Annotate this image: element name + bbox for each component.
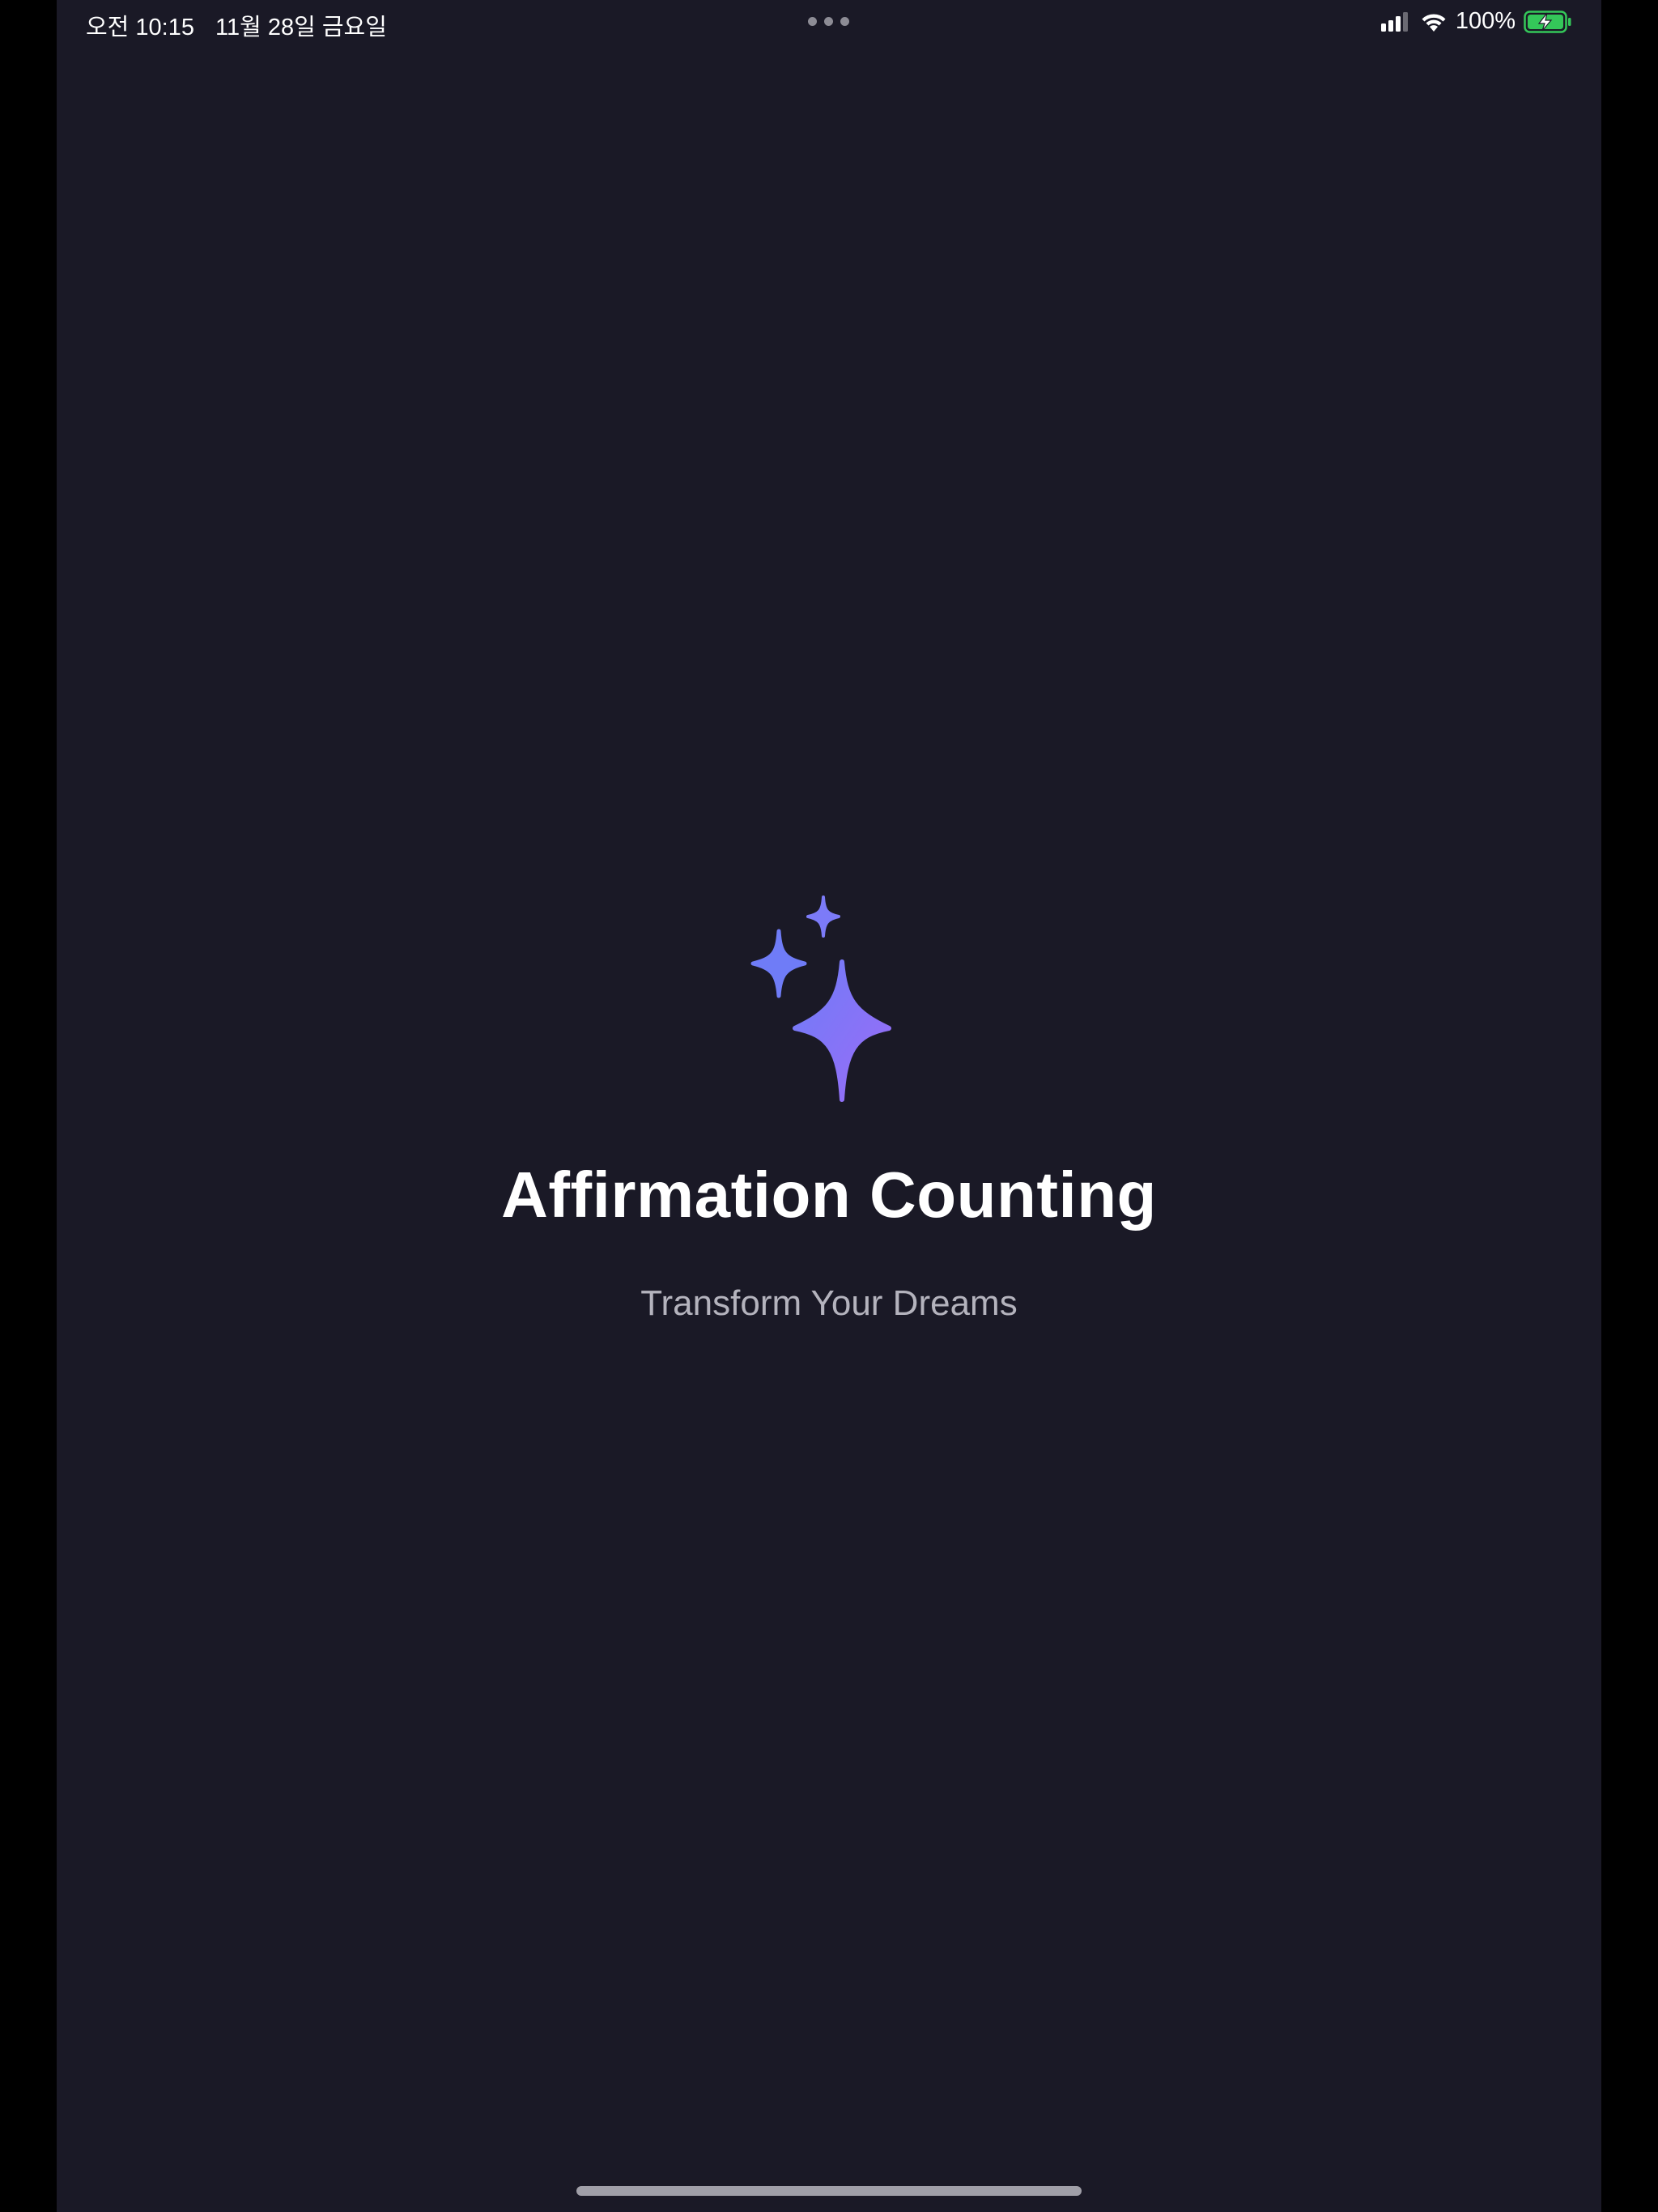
splash-screen: 오전 10:15 11월 28일 금요일 100% Affirmation Co… xyxy=(57,0,1601,2212)
status-right: 100% xyxy=(1380,8,1572,35)
cellular-signal-icon xyxy=(1380,11,1408,32)
status-left: 오전 10:15 11월 28일 금요일 xyxy=(86,8,387,42)
app-title: Affirmation Counting xyxy=(501,1159,1157,1231)
dot xyxy=(808,17,817,26)
status-bar: 오전 10:15 11월 28일 금요일 100% xyxy=(57,0,1601,45)
sparkles-icon xyxy=(750,895,891,1102)
multitasking-dots-icon[interactable] xyxy=(808,17,849,26)
wifi-icon xyxy=(1422,13,1446,32)
status-time: 오전 10:15 xyxy=(86,15,194,40)
home-indicator[interactable] xyxy=(576,2186,1082,2196)
status-date: 11월 28일 금요일 xyxy=(215,15,387,40)
app-subtitle: Transform Your Dreams xyxy=(640,1283,1018,1323)
battery-percent: 100% xyxy=(1455,8,1516,34)
dot xyxy=(840,17,849,26)
battery-charging-icon xyxy=(1524,10,1571,33)
dot xyxy=(824,17,833,26)
